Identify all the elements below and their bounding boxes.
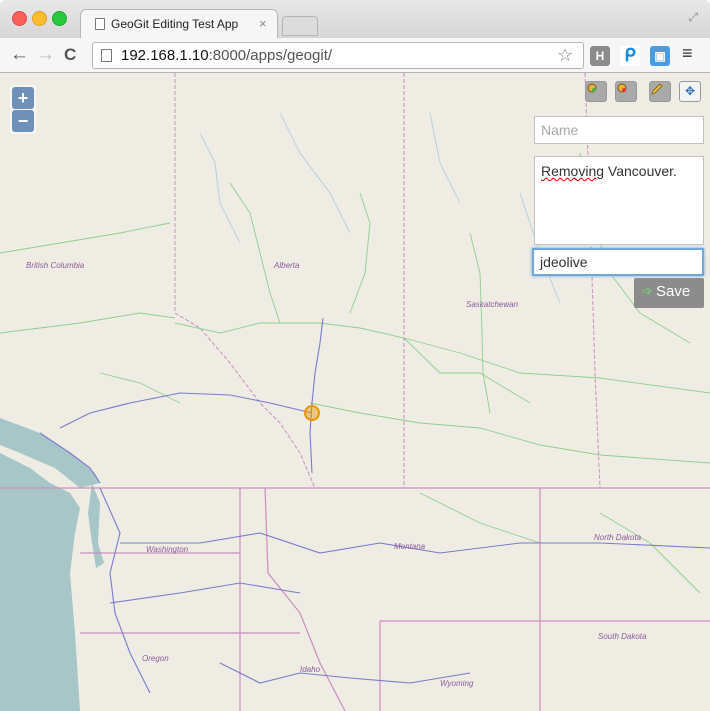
message-misspelled-word: Removing xyxy=(541,163,605,179)
browser-tab[interactable]: GeoGit Editing Test App × xyxy=(80,9,278,38)
bookmark-star-icon[interactable]: ☆ xyxy=(557,45,573,66)
label-montana: Montana xyxy=(394,542,426,551)
address-bar[interactable]: 192.168.1.10:8000/apps/geogit/ ☆ xyxy=(92,42,584,69)
browser-toolbar: ← → C 192.168.1.10:8000/apps/geogit/ ☆ H… xyxy=(0,38,710,73)
pencil-icon xyxy=(651,83,663,95)
forward-button[interactable]: → xyxy=(36,43,55,67)
label-north-dakota: North Dakota xyxy=(594,533,642,542)
window-minimize-button[interactable] xyxy=(32,11,47,26)
arrow-right-icon: ➩ xyxy=(642,284,653,298)
zoom-control: + − xyxy=(10,85,36,134)
back-button[interactable]: ← xyxy=(10,43,29,67)
delete-feature-button[interactable] xyxy=(615,81,637,102)
browser-window: GeoGit Editing Test App × ⤢ ← → C 192.16… xyxy=(0,0,710,711)
tab-strip: GeoGit Editing Test App × ⤢ xyxy=(0,0,710,38)
extension-p-icon[interactable]: ᑭ xyxy=(620,46,640,66)
fullscreen-icon[interactable]: ⤢ xyxy=(688,10,698,25)
zoom-in-button[interactable]: + xyxy=(12,87,34,109)
edit-feature-button[interactable] xyxy=(649,81,671,102)
label-south-dakota: South Dakota xyxy=(598,632,647,641)
author-input[interactable]: jdeolive xyxy=(532,248,704,276)
label-alberta: Alberta xyxy=(274,261,300,270)
label-washington: Washington xyxy=(146,545,189,554)
puget-sound xyxy=(88,483,104,568)
add-point-icon xyxy=(587,83,597,93)
commit-message-textarea[interactable]: Removing Vancouver. xyxy=(534,156,704,245)
url-host: 192.168.1.10 xyxy=(121,47,209,64)
rivers xyxy=(199,112,561,304)
delete-point-icon xyxy=(617,83,627,93)
menu-icon[interactable]: ≡ xyxy=(682,43,693,64)
map-viewport[interactable]: British Columbia Alberta Saskatchewan Wa… xyxy=(0,73,710,711)
label-oregon: Oregon xyxy=(142,654,169,663)
tab-close-icon[interactable]: × xyxy=(259,16,267,31)
zoom-out-button[interactable]: − xyxy=(12,110,34,132)
country-border xyxy=(0,487,710,711)
page-icon xyxy=(101,49,112,62)
save-button[interactable]: ➩ Save xyxy=(634,278,704,308)
new-tab-button[interactable] xyxy=(282,16,318,36)
message-text: Vancouver. xyxy=(604,163,677,179)
save-label: Save xyxy=(656,283,691,300)
reload-button[interactable]: C xyxy=(64,43,76,67)
page-icon xyxy=(95,18,105,30)
label-idaho: Idaho xyxy=(300,665,321,674)
pacific-ocean xyxy=(0,453,80,711)
extension-h-icon[interactable]: H xyxy=(590,46,610,66)
extension-screen-icon[interactable]: ▣ xyxy=(650,46,670,66)
tab-title: GeoGit Editing Test App xyxy=(111,17,239,31)
label-british-columbia: British Columbia xyxy=(26,261,85,270)
label-saskatchewan: Saskatchewan xyxy=(466,300,519,309)
move-feature-button[interactable]: ✥ xyxy=(679,81,701,102)
window-maximize-button[interactable] xyxy=(52,11,67,26)
url-text: 192.168.1.10:8000/apps/geogit/ xyxy=(121,47,332,64)
add-feature-button[interactable] xyxy=(585,81,607,102)
name-input[interactable]: Name xyxy=(534,116,704,144)
url-path: :8000/apps/geogit/ xyxy=(208,47,333,64)
label-wyoming: Wyoming xyxy=(440,679,474,688)
selected-feature-marker[interactable] xyxy=(304,405,320,421)
window-close-button[interactable] xyxy=(12,11,27,26)
